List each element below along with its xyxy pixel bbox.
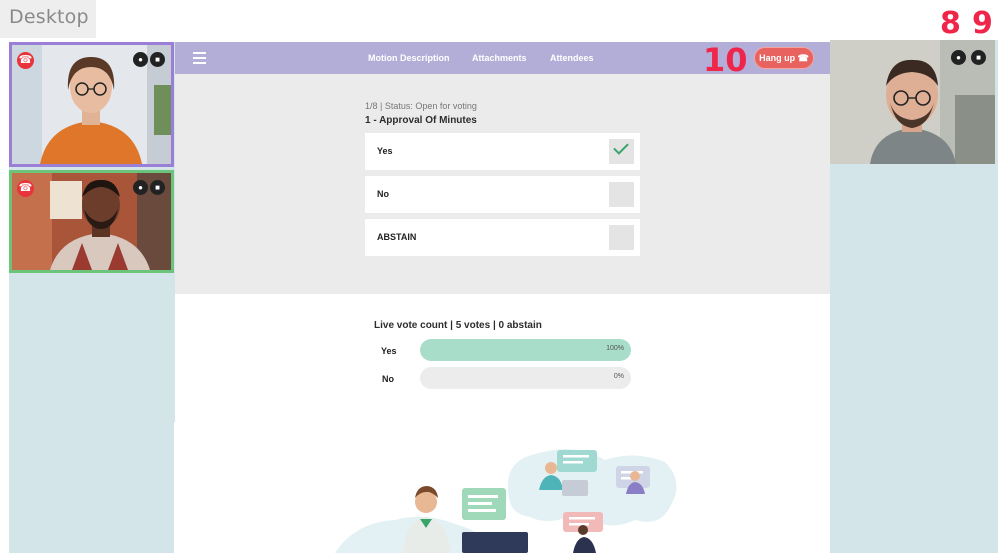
phone-icon: ☎ [797,53,809,63]
microphone-icon[interactable]: ● [133,52,148,67]
step-marker-8: 8 [940,6,961,41]
vote-checkbox-no[interactable] [609,182,634,207]
video-tile-host[interactable]: ● ■ [830,40,995,164]
desktop-stage: Desktop ● ■ ☎ ● ■ ☎ ● ■ Motion Descripti… [0,0,998,553]
remote-meeting-illustration [335,449,677,553]
hang-up-label: Hang up [759,53,796,63]
left-column-fill [9,422,174,553]
vote-bar-percent-no: 0% [613,373,624,380]
nav-link-attendees[interactable]: Attendees [550,53,594,63]
microphone-icon[interactable]: ● [133,180,148,195]
vote-option-abstain[interactable]: ABSTAIN [365,219,640,256]
vote-bar-label-yes: Yes [381,346,397,356]
vote-option-yes[interactable]: Yes [365,133,640,170]
motion-vote-panel: 1/8 | Status: Open for voting 1 - Approv… [175,74,830,294]
vote-option-label: ABSTAIN [377,232,417,242]
camera-icon[interactable]: ■ [150,52,165,67]
voting-app: Motion Description Attachments Attendees… [175,42,830,553]
live-vote-count-title: Live vote count | 5 votes | 0 abstain [374,320,542,331]
motion-title: 1 - Approval Of Minutes [365,115,477,126]
hang-up-icon[interactable]: ☎ [17,180,34,197]
vote-option-label: No [377,189,389,199]
vote-bar-fill-yes [420,339,631,361]
camera-icon[interactable]: ■ [971,50,986,65]
camera-icon[interactable]: ■ [150,180,165,195]
hang-up-icon[interactable]: ☎ [17,52,34,69]
nav-link-attachments[interactable]: Attachments [472,53,527,63]
nav-link-motion-description[interactable]: Motion Description [368,53,450,63]
vote-bar-percent-yes: 100% [606,345,624,352]
hang-up-button[interactable]: Hang up ☎ [754,47,814,69]
vote-option-no[interactable]: No [365,176,640,213]
vote-bar-yes: 100% [420,339,631,361]
desktop-label: Desktop [0,0,96,38]
vote-bar-label-no: No [382,374,394,384]
video-tile-participant-1[interactable]: ☎ ● ■ [9,42,174,167]
vote-bar-no: 0% [420,367,631,389]
step-marker-9: 9 [972,6,993,41]
vote-option-label: Yes [377,146,393,156]
microphone-icon[interactable]: ● [951,50,966,65]
step-marker-10: 10 [703,41,748,79]
hamburger-icon[interactable] [193,52,206,64]
video-tile-participant-2[interactable]: ☎ ● ■ [9,170,174,273]
checkmark-icon [613,139,629,155]
motion-status: 1/8 | Status: Open for voting [365,101,477,111]
vote-checkbox-abstain[interactable] [609,225,634,250]
vote-checkbox-yes[interactable] [609,139,634,164]
